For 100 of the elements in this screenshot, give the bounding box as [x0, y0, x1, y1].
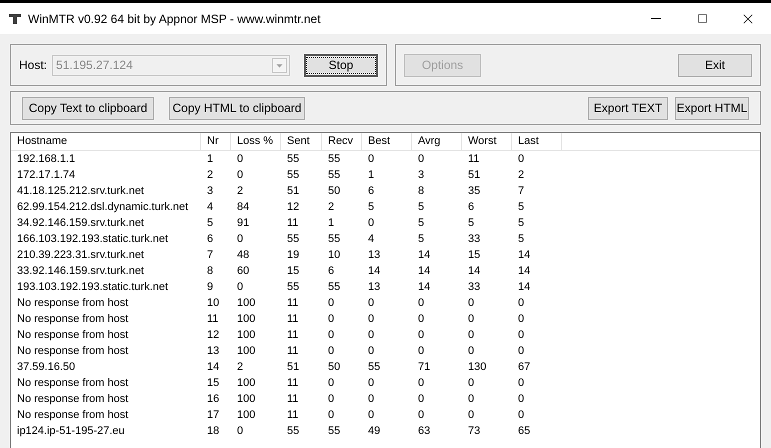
- table-cell-text: 0: [327, 312, 336, 327]
- table-cell-text: 166.103.192.193.static.turk.net: [16, 232, 170, 247]
- table-cell-text: 17: [206, 408, 220, 423]
- table-cell-text: 50: [327, 360, 342, 375]
- column-header[interactable]: Avrg: [412, 133, 462, 150]
- table-cell-text: 35: [467, 184, 482, 199]
- table-cell-text: 37.59.16.50: [16, 360, 76, 375]
- column-header[interactable]: Last: [512, 133, 562, 150]
- table-cell-text: 2: [206, 168, 214, 183]
- table-cell-text: 100: [236, 392, 256, 407]
- table-cell-text: 100: [236, 344, 256, 359]
- table-cell-text: 48: [236, 248, 250, 263]
- table-cell-text: 11: [286, 344, 300, 359]
- table-cell-text: 2: [236, 184, 244, 199]
- table-cell-text: 63: [417, 424, 432, 439]
- table-cell-text: 33.92.146.159.srv.turk.net: [16, 264, 145, 279]
- table-cell-text: 4: [367, 232, 376, 247]
- table-cell-text: 13: [367, 280, 382, 295]
- column-header[interactable]: Sent: [281, 133, 322, 150]
- table-cell-text: 0: [327, 328, 336, 343]
- column-header[interactable]: Hostname: [11, 133, 201, 150]
- table-cell-text: 14: [517, 280, 532, 295]
- table-cell-text: 7: [517, 184, 526, 199]
- table-cell-text: 0: [236, 232, 244, 247]
- table-cell-text: No response from host: [16, 328, 130, 343]
- table-cell-text: 13: [367, 248, 382, 263]
- export-button[interactable]: Export HTML: [675, 96, 749, 120]
- table-cell-text: 55: [286, 168, 300, 183]
- table-cell-text: 5: [367, 200, 376, 215]
- table-cell-text: 0: [517, 152, 526, 167]
- table-cell-text: 0: [367, 152, 376, 167]
- action-button[interactable]: Exit: [678, 54, 752, 76]
- table-cell-text: 172.17.1.74: [16, 168, 76, 183]
- table-cell-text: 0: [417, 392, 426, 407]
- table-cell-text: 193.103.192.193.static.turk.net: [16, 280, 170, 295]
- table-cell-text: 0: [517, 296, 526, 311]
- export-button[interactable]: Copy HTML to clipboard: [169, 96, 305, 120]
- table-cell-text: 73: [467, 424, 482, 439]
- table-cell-text: 5: [417, 232, 426, 247]
- host-label: Host:: [19, 57, 48, 74]
- table-cell-text: 130: [467, 360, 488, 375]
- table-cell-text: 14: [517, 248, 532, 263]
- column-header[interactable]: Best: [362, 133, 412, 150]
- table-cell-text: 0: [236, 168, 244, 183]
- table-cell-text: 0: [367, 344, 376, 359]
- table-cell-text: 0: [417, 376, 426, 391]
- table-cell-text: 0: [467, 408, 476, 423]
- table-cell-text: 100: [236, 376, 256, 391]
- table-cell-text: 5: [417, 216, 426, 231]
- table-cell-text: 51: [286, 360, 300, 375]
- table-cell-text: No response from host: [16, 392, 130, 407]
- table-cell-text: 50: [327, 184, 342, 199]
- table-cell-text: 0: [467, 312, 476, 327]
- table-cell-text: 0: [236, 424, 244, 439]
- table-cell-text: 0: [367, 408, 376, 423]
- action-button[interactable]: Stop: [304, 54, 378, 76]
- window-title: WinMTR v0.92 64 bit by Appnor MSP - www.winmtr.net: [28, 10, 321, 28]
- table-cell-text: 18: [206, 424, 220, 439]
- table-cell-text: 0: [327, 392, 336, 407]
- table-cell-text: 6: [367, 184, 376, 199]
- column-header[interactable]: Loss %: [231, 133, 281, 150]
- table-cell-text: 15: [206, 376, 220, 391]
- table-cell-text: 55: [286, 280, 300, 295]
- table-cell-text: 16: [206, 392, 220, 407]
- table-cell-text: No response from host: [16, 344, 130, 359]
- table-cell-text: 5: [517, 200, 526, 215]
- table-cell-text: 0: [417, 152, 426, 167]
- column-header[interactable]: Nr: [201, 133, 231, 150]
- table-cell-text: 13: [206, 344, 220, 359]
- table-cell-text: 67: [517, 360, 532, 375]
- table-cell-text: 5: [517, 216, 526, 231]
- export-button[interactable]: Export TEXT: [588, 96, 668, 120]
- column-header[interactable]: Worst: [462, 133, 512, 150]
- table-cell-text: 55: [286, 424, 300, 439]
- table-cell-text: 1: [327, 216, 336, 231]
- table-cell-text: 0: [367, 296, 376, 311]
- table-cell-text: 210.39.223.31.srv.turk.net: [16, 248, 145, 263]
- table-cell-text: 0: [467, 296, 476, 311]
- column-header[interactable]: Recv: [322, 133, 362, 150]
- export-button[interactable]: Copy Text to clipboard: [22, 96, 154, 120]
- table-cell-text: 11: [467, 152, 480, 167]
- table-cell-text: 41.18.125.212.srv.turk.net: [16, 184, 145, 199]
- table-cell-text: 14: [417, 264, 432, 279]
- table-cell-text: 15: [286, 264, 300, 279]
- table-cell-text: 0: [417, 408, 426, 423]
- table-cell-text: No response from host: [16, 408, 130, 423]
- table-cell-text: 100: [236, 312, 256, 327]
- table-cell-text: 6: [206, 232, 214, 247]
- table-cell-text: 14: [417, 248, 432, 263]
- table-cell-text: 5: [417, 200, 426, 215]
- table-cell-text: 11: [286, 376, 300, 391]
- table-cell-text: ip124.ip-51-195-27.eu: [16, 424, 126, 439]
- table-cell-text: 12: [286, 200, 300, 215]
- table-cell-text: 0: [467, 344, 476, 359]
- table-cell-text: 11: [286, 312, 300, 327]
- table-cell-text: 0: [467, 328, 476, 343]
- table-cell-text: 84: [236, 200, 250, 215]
- table-cell-text: 65: [517, 424, 532, 439]
- table-cell-text: 2: [236, 360, 244, 375]
- table-cell-text: 11: [206, 312, 220, 327]
